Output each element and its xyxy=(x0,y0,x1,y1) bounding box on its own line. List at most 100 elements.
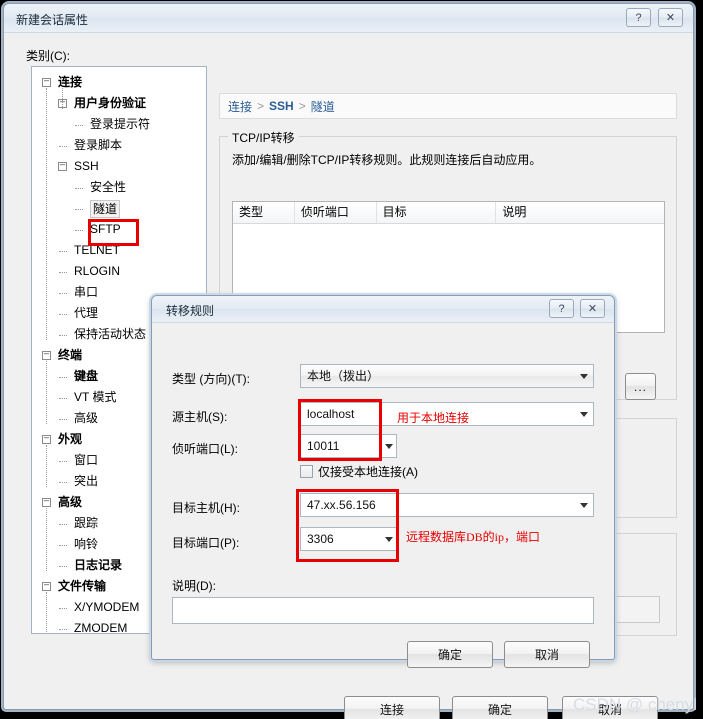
tree-item-label: 登录脚本 xyxy=(74,138,123,152)
description-label: 说明(D): xyxy=(172,579,216,593)
tree-item[interactable]: 登录脚本 xyxy=(32,135,206,156)
tree-connector xyxy=(59,566,67,567)
tree-item[interactable]: RLOGIN xyxy=(32,261,206,282)
tree-item-label: SFTP xyxy=(90,222,121,236)
breadcrumb-item-tunnel[interactable]: 隧道 xyxy=(311,98,335,115)
chevron-down-icon[interactable] xyxy=(385,537,393,542)
table-column-header[interactable]: 说明 xyxy=(496,202,664,223)
tree-connector xyxy=(59,398,67,399)
tree-guide-line xyxy=(46,361,47,424)
tree-item[interactable]: 用户身份验证 xyxy=(32,93,206,114)
modal-cancel-button[interactable]: 取消 xyxy=(504,641,590,668)
tree-connector xyxy=(59,335,67,336)
source-host-label: 源主机(S): xyxy=(172,410,228,424)
tree-item[interactable]: 连接 xyxy=(32,72,206,93)
listen-port-input[interactable]: 10011 xyxy=(300,434,397,458)
tree-guide-line xyxy=(46,508,47,571)
tree-item-label: 代理 xyxy=(74,306,99,320)
screen-root: 新建会话属性 ? ✕ 类别(C): 连接用户身份验证登录提示符登录脚本SSH安全… xyxy=(0,0,703,719)
listen-port-label: 侦听端口(L): xyxy=(172,442,239,456)
tree-item-label: 响铃 xyxy=(74,537,99,551)
tree-connector xyxy=(59,608,67,609)
tree-connector xyxy=(59,314,67,315)
tree-item-label: 终端 xyxy=(58,348,83,362)
tree-item[interactable]: 安全性 xyxy=(32,177,206,198)
close-icon[interactable]: ✕ xyxy=(658,8,683,27)
tree-item[interactable]: 隧道 xyxy=(32,198,206,219)
local-only-checkbox-row[interactable]: 仅接受本地连接(A) xyxy=(300,463,418,480)
category-label: 类别(C): xyxy=(26,49,70,63)
tree-item[interactable]: 登录提示符 xyxy=(32,114,206,135)
table-column-header[interactable]: 侦听端口 xyxy=(295,202,377,223)
dest-host-input[interactable]: 47.xx.56.156 xyxy=(300,493,594,517)
connect-button[interactable]: 连接 xyxy=(344,696,440,719)
modal-close-icon[interactable]: ✕ xyxy=(580,299,605,318)
tree-guide-line xyxy=(46,445,47,487)
dest-port-label: 目标端口(P): xyxy=(172,536,240,550)
type-label: 类型 (方向)(T): xyxy=(172,372,250,386)
tree-item-label: X/YMODEM xyxy=(74,600,140,614)
dest-host-label: 目标主机(H): xyxy=(172,501,240,515)
window-titlebar: 新建会话属性 ? ✕ xyxy=(4,4,693,33)
tcpip-group-title: TCP/IP转移 xyxy=(228,129,299,146)
chevron-down-icon[interactable] xyxy=(580,412,588,417)
remote-annotation-text: 远程数据库DB的ip，端口 xyxy=(406,530,541,544)
description-input[interactable] xyxy=(172,597,594,624)
tree-item-label: 串口 xyxy=(74,285,99,299)
tree-item[interactable]: SFTP xyxy=(32,219,206,240)
tree-expander-icon[interactable] xyxy=(58,162,67,171)
tree-expander-icon[interactable] xyxy=(42,582,51,591)
tree-connector xyxy=(59,272,67,273)
tree-item-label: RLOGIN xyxy=(74,264,121,278)
tree-item-label: 保持活动状态 xyxy=(74,327,147,341)
tree-guide-line xyxy=(46,592,47,633)
tree-connector xyxy=(75,230,83,231)
local-only-label: 仅接受本地连接(A) xyxy=(318,465,418,479)
modal-titlebar: 转移规则 ? ✕ xyxy=(152,296,614,323)
tcpip-description: 添加/编辑/删除TCP/IP转移规则。此规则连接后自动应用。 xyxy=(232,153,542,167)
tree-item-label: 高级 xyxy=(58,495,83,509)
dest-port-input[interactable]: 3306 xyxy=(300,527,397,551)
tree-item[interactable]: TELNET xyxy=(32,240,206,261)
tree-item-label: 安全性 xyxy=(90,180,127,194)
tree-expander-icon[interactable] xyxy=(42,435,51,444)
tree-connector xyxy=(59,545,67,546)
tree-item-label: 高级 xyxy=(74,411,99,425)
tree-connector xyxy=(75,209,83,210)
tree-expander-icon[interactable] xyxy=(42,78,51,87)
tree-item-label: 跟踪 xyxy=(74,516,99,530)
tree-connector xyxy=(75,188,83,189)
tree-item-label: ZMODEM xyxy=(74,621,128,634)
ok-button[interactable]: 确定 xyxy=(452,696,548,719)
tree-connector xyxy=(59,293,67,294)
modal-help-icon[interactable]: ? xyxy=(549,299,574,318)
watermark: CSDN @ chenyl xyxy=(572,695,697,714)
tree-item-label: 隧道 xyxy=(90,199,121,218)
table-column-header[interactable]: 目标 xyxy=(377,202,497,223)
breadcrumb-item-ssh[interactable]: SSH xyxy=(269,99,294,113)
browse-button[interactable]: ... xyxy=(625,373,656,400)
tree-item-label: 外观 xyxy=(58,432,83,446)
local-only-checkbox[interactable] xyxy=(300,465,313,478)
chevron-down-icon[interactable] xyxy=(580,503,588,508)
modal-ok-button[interactable]: 确定 xyxy=(407,641,493,668)
tree-item-label: 用户身份验证 xyxy=(74,96,147,110)
tree-item-label: 日志记录 xyxy=(74,558,123,572)
modal-body: 类型 (方向)(T): 本地（拨出） 源主机(S): localhost 侦听端… xyxy=(152,323,614,668)
tree-expander-icon[interactable] xyxy=(42,351,51,360)
breadcrumb-item-connection[interactable]: 连接 xyxy=(228,98,252,115)
local-annotation-text: 用于本地连接 xyxy=(397,411,470,425)
table-column-header[interactable]: 类型 xyxy=(233,202,295,223)
tree-guide-line xyxy=(46,88,47,340)
window-title: 新建会话属性 xyxy=(16,13,89,27)
chevron-down-icon[interactable] xyxy=(580,374,588,379)
breadcrumb-separator: > xyxy=(298,99,306,113)
tree-expander-icon[interactable] xyxy=(42,498,51,507)
chevron-down-icon[interactable] xyxy=(385,444,393,449)
tree-item[interactable]: SSH xyxy=(32,156,206,177)
tree-connector xyxy=(75,125,83,126)
tree-connector xyxy=(59,482,67,483)
type-select[interactable]: 本地（拨出） xyxy=(300,364,594,388)
tree-guide-line xyxy=(62,88,63,109)
help-icon[interactable]: ? xyxy=(626,8,651,27)
